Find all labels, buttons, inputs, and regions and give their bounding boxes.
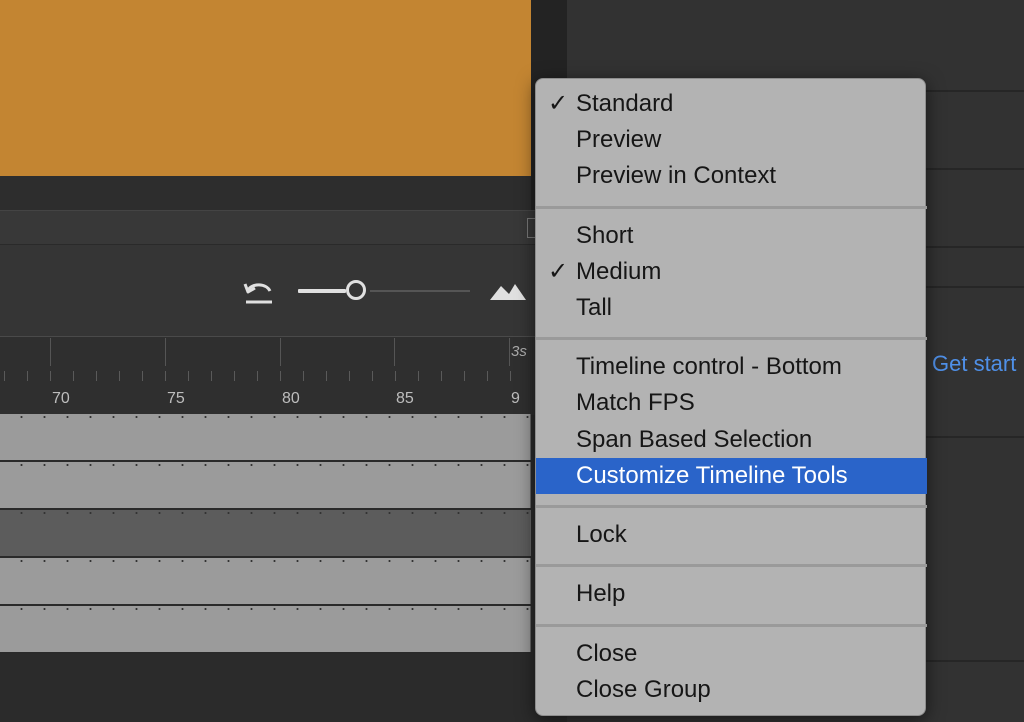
menu-separator: [536, 206, 927, 209]
menu-item-label: Medium: [576, 258, 662, 285]
ruler-major-tick: [394, 338, 395, 366]
frame-size-slider-fill: [298, 289, 346, 293]
ruler-minor-tick: [510, 371, 511, 381]
menu-item-span-based-selection[interactable]: Span Based Selection: [536, 422, 927, 458]
stage-canvas[interactable]: [0, 0, 531, 176]
ruler-minor-tick: [4, 371, 5, 381]
ruler-minor-tick: [27, 371, 28, 381]
undo-arrow-icon[interactable]: [242, 278, 276, 306]
ruler-minor-tick: [280, 371, 281, 381]
ruler-minor-tick: [119, 371, 120, 381]
stage-bottom-area: [0, 176, 531, 210]
ruler-minor-tick: [303, 371, 304, 381]
menu-item-preview[interactable]: Preview: [536, 122, 927, 158]
ruler-minor-tick: [165, 371, 166, 381]
menu-item-label: Standard: [576, 90, 674, 117]
menu-item-tall[interactable]: Tall: [536, 290, 927, 326]
timeline-panel-header: [0, 210, 545, 245]
ruler-major-tick: [280, 338, 281, 366]
ruler-minor-tick: [50, 371, 51, 381]
menu-separator: [536, 337, 927, 340]
menu-item-label: Tall: [576, 294, 613, 321]
get-started-link[interactable]: Get start: [932, 351, 1016, 377]
checkmark-icon: ✓: [547, 258, 569, 285]
frame-label: 85: [396, 390, 414, 407]
ruler-major-tick: [509, 338, 510, 366]
ruler-minor-tick: [464, 371, 465, 381]
menu-item-label: Timeline control - Bottom: [576, 353, 842, 380]
ruler-minor-tick: [188, 371, 189, 381]
menu-item-close-group[interactable]: Close Group: [536, 672, 927, 708]
layer-frames-row[interactable]: [0, 606, 531, 654]
menu-item-label: Close Group: [576, 676, 711, 703]
ruler-minor-tick: [395, 371, 396, 381]
ruler-minor-tick: [326, 371, 327, 381]
ruler-minor-tick: [372, 371, 373, 381]
menu-item-medium[interactable]: ✓ Medium: [536, 254, 927, 290]
menu-item-label: Preview in Context: [576, 162, 777, 189]
ruler-major-tick: [50, 338, 51, 366]
layer-frames-row[interactable]: [0, 414, 531, 462]
frame-label: 75: [167, 390, 185, 407]
ruler-minor-tick: [257, 371, 258, 381]
menu-separator: [536, 505, 927, 508]
mountains-icon[interactable]: [489, 280, 527, 302]
ruler-minor-tick: [73, 371, 74, 381]
ruler-minor-tick: [441, 371, 442, 381]
menu-item-label: Preview: [576, 126, 662, 153]
menu-item-match-fps[interactable]: Match FPS: [536, 385, 927, 421]
menu-separator: [536, 624, 927, 627]
menu-item-label: Customize Timeline Tools: [576, 462, 848, 489]
menu-item-label: Lock: [576, 521, 627, 548]
timeline-options-menu: ✓ Standard Preview Preview in Context Sh…: [535, 78, 927, 716]
menu-item-timeline-control-bottom[interactable]: Timeline control - Bottom: [536, 349, 927, 385]
menu-item-preview-in-context[interactable]: Preview in Context: [536, 158, 927, 194]
frame-label: 9: [511, 390, 520, 407]
frame-size-slider-handle[interactable]: [346, 280, 366, 300]
menu-item-close[interactable]: Close: [536, 636, 927, 672]
ruler-minor-tick: [234, 371, 235, 381]
layer-frames-row[interactable]: [0, 558, 531, 606]
frame-label: 80: [282, 390, 300, 407]
frame-label: 70: [52, 390, 70, 407]
layer-frames-row-selected[interactable]: [0, 510, 531, 558]
ruler-seconds-label: 3s: [511, 343, 527, 360]
checkmark-icon: ✓: [547, 90, 569, 117]
menu-separator: [536, 564, 927, 567]
menu-item-label: Close: [576, 640, 638, 667]
menu-item-help[interactable]: Help: [536, 576, 927, 612]
ruler-minor-tick: [142, 371, 143, 381]
menu-item-lock[interactable]: Lock: [536, 517, 927, 553]
menu-item-customize-timeline-tools[interactable]: Customize Timeline Tools: [536, 458, 927, 494]
menu-item-short[interactable]: Short: [536, 218, 927, 254]
menu-item-label: Short: [576, 222, 634, 249]
menu-item-label: Help: [576, 580, 626, 607]
ruler-minor-tick: [487, 371, 488, 381]
ruler-minor-tick: [418, 371, 419, 381]
panel-menu-icon[interactable]: [527, 218, 535, 238]
ruler-minor-tick: [349, 371, 350, 381]
ruler-major-tick: [165, 338, 166, 366]
frame-size-slider-track[interactable]: [370, 290, 470, 292]
menu-item-standard[interactable]: ✓ Standard: [536, 86, 927, 122]
ruler-minor-tick: [211, 371, 212, 381]
layer-frames-row[interactable]: [0, 462, 531, 510]
ruler-minor-tick: [96, 371, 97, 381]
menu-item-label: Span Based Selection: [576, 426, 813, 453]
menu-item-label: Match FPS: [576, 389, 695, 416]
